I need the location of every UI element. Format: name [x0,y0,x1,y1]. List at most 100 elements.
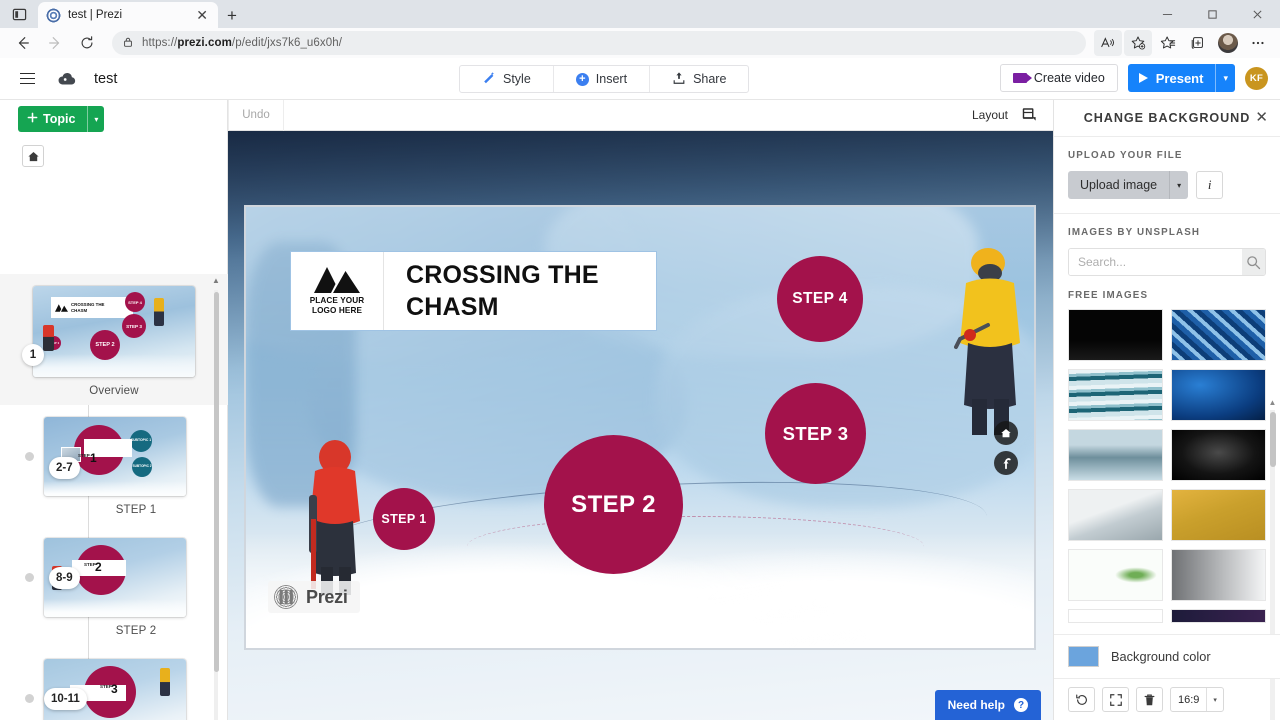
search-icon[interactable] [1242,249,1265,275]
free-image-city-skyline-night[interactable] [1068,309,1163,361]
url-protocol: https:// [142,37,178,49]
scroll-up-arrow-icon[interactable]: ▲ [1268,398,1277,407]
tool-share[interactable]: Share [650,66,748,92]
user-avatar[interactable]: KF [1245,66,1268,90]
panel-title: CHANGE BACKGROUND [1083,111,1251,125]
topic-dropdown-caret-icon[interactable]: ▾ [87,106,104,132]
slide-editor-frame[interactable]: PLACE YOUR LOGO HERE CROSSING THE CHASM S… [244,205,1036,650]
free-image-blue-gradient[interactable] [1171,369,1266,421]
free-image-green-leaves-white[interactable] [1068,549,1163,601]
cloud-save-icon[interactable] [56,68,78,90]
search-input[interactable] [1069,249,1242,275]
slide-title-cell[interactable]: CROSSING THE CHASM [384,252,656,330]
prezi-watermark[interactable]: Prezi [268,581,360,613]
document-title[interactable]: test [94,71,117,87]
thumbnail-step-3-number: 3 [111,682,118,696]
minimize-icon[interactable] [1145,0,1190,28]
climber-yellow-figure [954,243,1026,439]
layout-panel-icon[interactable] [1021,106,1037,125]
close-icon[interactable]: ✕ [194,8,210,22]
tree-node-dot [25,452,34,461]
thumbnail-scrollbar[interactable]: ▲ ▼ [212,276,220,720]
address-bar[interactable]: https://prezi.com/p/edit/jxs7k6_u6x0h/ [112,31,1086,55]
share-upload-icon [672,71,686,88]
editor-canvas-area: Undo Layout PLACE YOUR LOGO HERE CROSSIN… [228,100,1053,720]
step-circle-3[interactable]: STEP 3 [765,383,866,484]
free-image-dark-purple-partial[interactable] [1171,609,1266,623]
scroll-up-arrow-icon[interactable]: ▲ [212,276,220,285]
reset-rotate-icon[interactable] [1068,687,1095,712]
thumbnail-step-2[interactable]: STEP 2 8-9 STEP 2 [0,526,228,647]
panel-footer: 16:9 ▾ [1054,678,1280,720]
thumbnail-step-3-badge: 10-11 [44,688,87,710]
need-help-button[interactable]: Need help ? [934,690,1041,720]
free-image-teal-motion-blur[interactable] [1068,369,1163,421]
thumbnail-step-3[interactable]: STEP 3 10-11 STEP 3 [0,647,228,720]
mountain-logo-icon [314,266,360,293]
menu-hamburger-icon[interactable] [12,64,42,94]
new-tab-button[interactable]: + [227,7,237,28]
more-options-icon[interactable] [1244,30,1272,56]
browser-profile-avatar[interactable] [1218,33,1238,53]
collections-icon[interactable] [1184,30,1212,56]
home-icon[interactable] [994,421,1018,445]
background-color-swatch[interactable] [1068,646,1099,667]
trash-icon[interactable] [1136,687,1163,712]
read-aloud-icon[interactable] [1094,30,1122,56]
thumbnail-step-1[interactable]: SUBTOPIC 1 SUBTOPIC 2 STEP 1 2-7 STEP 1 [0,405,228,526]
thumbnail-overview-badge: 1 [22,344,44,366]
chevron-down-icon[interactable]: ▾ [1206,688,1223,711]
reload-icon[interactable] [72,30,102,56]
free-image-gold-texture[interactable] [1171,489,1266,541]
unsplash-search-row[interactable] [1068,248,1266,276]
tab-title: test | Prezi [68,9,123,21]
aspect-ratio-value: 16:9 [1178,693,1200,706]
free-image-grey-gradient[interactable] [1171,549,1266,601]
create-video-button[interactable]: Create video [999,64,1118,92]
upload-image-button[interactable]: Upload image ▾ [1068,171,1189,199]
prezi-logo-icon [274,585,298,609]
present-button[interactable]: Present ▾ [1127,64,1235,92]
fit-frame-icon[interactable] [1102,687,1129,712]
favorites-list-icon[interactable] [1154,30,1182,56]
thumbnail-step-1-tag: STEP [78,453,90,458]
browser-tab[interactable]: test | Prezi ✕ [38,2,218,28]
close-icon[interactable]: ✕ [1255,110,1268,125]
free-image-black-vignette[interactable] [1171,429,1266,481]
step-circle-4[interactable]: STEP 4 [777,256,863,342]
free-image-bokeh-waterfront[interactable] [1068,429,1163,481]
slide-title-block[interactable]: PLACE YOUR LOGO HERE CROSSING THE CHASM [290,251,657,331]
slide-thumbnail-list[interactable]: CROSSING THECHASM STEP 1 STEP 2 STEP 3 S… [0,274,228,720]
scrollbar-thumb[interactable] [1269,412,1276,467]
back-arrow-icon[interactable] [994,451,1018,475]
upload-section-title: UPLOAD YOUR FILE [1068,150,1183,161]
layout-control[interactable]: Layout [972,106,1053,125]
step-circle-2[interactable]: STEP 2 [544,435,683,574]
aspect-ratio-selector[interactable]: 16:9 ▾ [1170,687,1224,712]
canvas-background[interactable]: PLACE YOUR LOGO HERE CROSSING THE CHASM S… [228,131,1053,720]
info-icon[interactable]: i [1196,171,1224,199]
present-dropdown-caret-icon[interactable]: ▾ [1215,64,1235,92]
tool-insert-label: Insert [595,72,628,86]
free-image-blue-architecture-lines[interactable] [1171,309,1266,361]
undo-button[interactable]: Undo [228,100,284,131]
window-close-icon[interactable] [1235,0,1280,28]
add-favorite-icon[interactable] [1124,30,1152,56]
logo-placeholder[interactable]: PLACE YOUR LOGO HERE [291,252,384,330]
thumbnail-step-1-badge: 2-7 [49,457,80,479]
free-image-blue-light-partial[interactable] [1068,609,1163,623]
home-icon[interactable] [22,145,44,167]
play-icon [1138,73,1148,83]
back-icon[interactable] [8,30,38,56]
tool-style[interactable]: Style [460,66,554,92]
thumbnail-overview[interactable]: CROSSING THECHASM STEP 1 STEP 2 STEP 3 S… [0,274,228,405]
maximize-icon[interactable] [1190,0,1235,28]
background-color-row[interactable]: Background color [1054,634,1280,678]
tool-insert[interactable]: + Insert [554,66,651,92]
add-topic-button[interactable]: Topic ▾ [18,106,105,132]
free-image-office-workspace[interactable] [1068,489,1163,541]
scrollbar-thumb[interactable] [213,292,219,672]
step-circle-1[interactable]: STEP 1 [373,488,435,550]
tab-overview-button[interactable] [0,0,38,28]
upload-dropdown-caret-icon[interactable]: ▾ [1169,171,1188,199]
